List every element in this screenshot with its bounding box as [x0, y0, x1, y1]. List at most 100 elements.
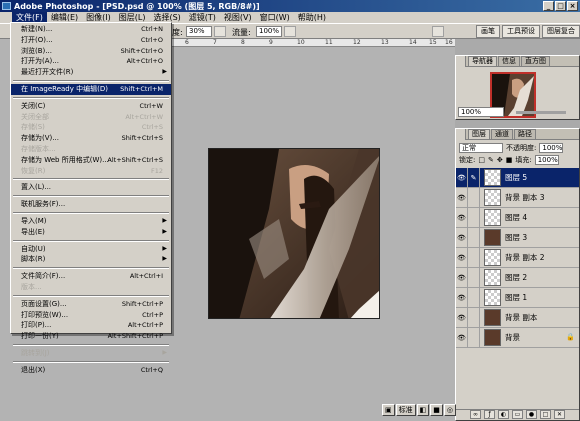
submenu-arrow-icon: ▶ — [162, 227, 167, 235]
layer-mask-icon[interactable]: ◐ — [498, 410, 509, 419]
file-menu-item[interactable]: 存储为 Web 所用格式(W)... Alt+Shift+Ctrl+S — [11, 155, 171, 166]
layer-row[interactable]: 👁 图层 4 — [456, 207, 579, 228]
menu-separator — [13, 267, 169, 270]
trash-icon[interactable]: ✕ — [554, 410, 565, 419]
tab-brushes[interactable]: 画笔 — [476, 25, 500, 38]
tab-paths[interactable]: 路径 — [514, 129, 536, 139]
ruler-tick: 7 — [213, 39, 217, 46]
tab-channels[interactable]: 通道 — [491, 129, 513, 139]
file-menu-item[interactable]: 置入(L)... — [11, 182, 171, 193]
file-menu-item[interactable]: 浏览(B)... Shift+Ctrl+O — [11, 46, 171, 57]
visibility-eye-icon[interactable]: 👁 — [456, 327, 468, 348]
maximize-button[interactable]: □ — [555, 1, 566, 11]
navigator-zoom-slider[interactable] — [516, 111, 566, 114]
file-menu-item[interactable]: 文件简介(F)... Alt+Ctrl+I — [11, 271, 171, 282]
visibility-eye-icon[interactable]: 👁 — [456, 267, 468, 288]
tab-layer-comps[interactable]: 图层复合 — [542, 25, 580, 38]
link-slot[interactable] — [468, 267, 480, 288]
adjustment-layer-icon[interactable]: ● — [526, 410, 537, 419]
layer-opacity-field[interactable]: 100% — [539, 143, 564, 153]
visibility-eye-icon[interactable]: 👁 — [456, 227, 468, 248]
layer-row[interactable]: 👁 背景 副本 — [456, 307, 579, 328]
layer-row[interactable]: 👁 ✎ 图层 5 — [456, 167, 579, 188]
screen-mode-icon[interactable]: ◧ — [416, 404, 430, 416]
link-layers-icon[interactable]: ∞ — [470, 410, 481, 419]
tab-histogram[interactable]: 直方图 — [521, 56, 550, 66]
opacity-dropdown-icon[interactable] — [214, 26, 226, 37]
flow-field[interactable]: 100% — [256, 26, 282, 37]
new-group-icon[interactable]: ▭ — [512, 410, 523, 419]
file-menu-item[interactable]: 导出(E) ▶ — [11, 227, 171, 238]
visibility-eye-icon[interactable]: 👁 — [456, 247, 468, 268]
menu-window[interactable]: 窗口(W) — [256, 12, 294, 23]
file-menu-item[interactable]: 新建(N)... Ctrl+N — [11, 24, 171, 35]
visibility-eye-icon[interactable]: 👁 — [456, 207, 468, 228]
layer-thumbnail — [484, 249, 501, 266]
layer-style-icon[interactable]: ƒ — [484, 410, 495, 419]
menu-separator — [13, 343, 169, 346]
menu-view[interactable]: 视图(V) — [220, 12, 256, 23]
file-menu-item[interactable]: 页面设置(G)... Shift+Ctrl+P — [11, 299, 171, 310]
file-menu-item[interactable]: 打印预览(W)... Ctrl+P — [11, 310, 171, 321]
link-slot[interactable] — [468, 207, 480, 228]
link-slot[interactable] — [468, 307, 480, 328]
tool-options-icon[interactable] — [432, 26, 444, 37]
file-menu-item[interactable]: 打印(P)... Alt+Ctrl+P — [11, 320, 171, 331]
opacity-field[interactable]: 30% — [186, 26, 212, 37]
menu-filter[interactable]: 滤镜(T) — [185, 12, 220, 23]
file-menu-item[interactable]: 存储为(V)... Shift+Ctrl+S — [11, 133, 171, 144]
brush-icon[interactable]: ✎ — [468, 167, 480, 188]
visibility-eye-icon[interactable]: 👁 — [456, 307, 468, 328]
tab-layers[interactable]: 图层 — [468, 129, 490, 139]
file-menu-item[interactable]: 关闭(C) Ctrl+W — [11, 101, 171, 112]
file-menu-item[interactable]: 打印一份(Y) Alt+Shift+Ctrl+P — [11, 331, 171, 342]
layer-row[interactable]: 👁 背景 🔒 — [456, 327, 579, 348]
minimize-button[interactable]: _ — [543, 1, 554, 11]
link-slot[interactable] — [468, 327, 480, 348]
navigator-zoom-field[interactable]: 100% — [458, 107, 504, 117]
new-layer-icon[interactable]: □ — [540, 410, 551, 419]
link-slot[interactable] — [468, 187, 480, 208]
tab-tool-presets[interactable]: 工具预设 — [502, 25, 540, 38]
lock-move-icon[interactable]: ✥ — [497, 156, 503, 164]
layer-fill-field[interactable]: 100% — [534, 155, 559, 165]
close-button[interactable]: × — [567, 1, 578, 11]
file-menu-item[interactable]: 联机服务(F)... — [11, 199, 171, 210]
standard-mode-button[interactable]: 标准 — [395, 404, 416, 416]
layer-row[interactable]: 👁 图层 2 — [456, 267, 579, 288]
fullscreen-mode-icon[interactable]: ■ — [430, 404, 443, 416]
visibility-eye-icon[interactable]: 👁 — [456, 167, 468, 188]
link-slot[interactable] — [468, 287, 480, 308]
link-slot[interactable] — [468, 247, 480, 268]
imageready-icon[interactable]: ◎ — [443, 404, 456, 416]
layer-row[interactable]: 👁 背景 副本 3 — [456, 187, 579, 208]
lock-brush-icon[interactable]: ✎ — [488, 156, 494, 164]
quickmask-icon[interactable]: ▣ — [382, 404, 395, 416]
visibility-eye-icon[interactable]: 👁 — [456, 187, 468, 208]
layer-row[interactable]: 👁 图层 1 — [456, 287, 579, 308]
photoshop-app-icon[interactable] — [2, 2, 11, 10]
tab-info[interactable]: 信息 — [498, 56, 520, 66]
blend-mode-select[interactable]: 正常 — [459, 143, 503, 153]
menu-item-shortcut: Ctrl+P — [142, 310, 163, 319]
file-menu-item[interactable]: 打开(O)... Ctrl+O — [11, 35, 171, 46]
layer-row[interactable]: 👁 图层 3 — [456, 227, 579, 248]
layer-row[interactable]: 👁 背景 副本 2 — [456, 247, 579, 268]
tab-navigator[interactable]: 导航器 — [468, 56, 497, 66]
file-menu-item[interactable]: 导入(M) ▶ — [11, 216, 171, 227]
lock-all-icon[interactable]: ■ — [506, 156, 513, 164]
link-slot[interactable] — [468, 227, 480, 248]
file-menu-item[interactable]: 脚本(R) ▶ — [11, 254, 171, 265]
panel-grip[interactable] — [456, 129, 466, 140]
menu-help[interactable]: 帮助(H) — [294, 12, 330, 23]
file-menu-item[interactable]: 自动(U) ▶ — [11, 244, 171, 255]
file-menu-item[interactable]: 在 ImageReady 中编辑(D) Shift+Ctrl+M — [11, 83, 171, 95]
file-menu-item[interactable]: 最近打开文件(R) ▶ — [11, 67, 171, 78]
lock-transparency-icon[interactable]: □ — [478, 156, 485, 164]
panel-grip[interactable] — [456, 56, 466, 67]
airbrush-icon[interactable] — [284, 26, 296, 37]
file-menu-item[interactable]: 打开为(A)... Alt+Ctrl+O — [11, 56, 171, 67]
file-menu-item[interactable]: 退出(X) Ctrl+Q — [11, 365, 171, 376]
document-canvas[interactable] — [208, 148, 380, 319]
visibility-eye-icon[interactable]: 👁 — [456, 287, 468, 308]
